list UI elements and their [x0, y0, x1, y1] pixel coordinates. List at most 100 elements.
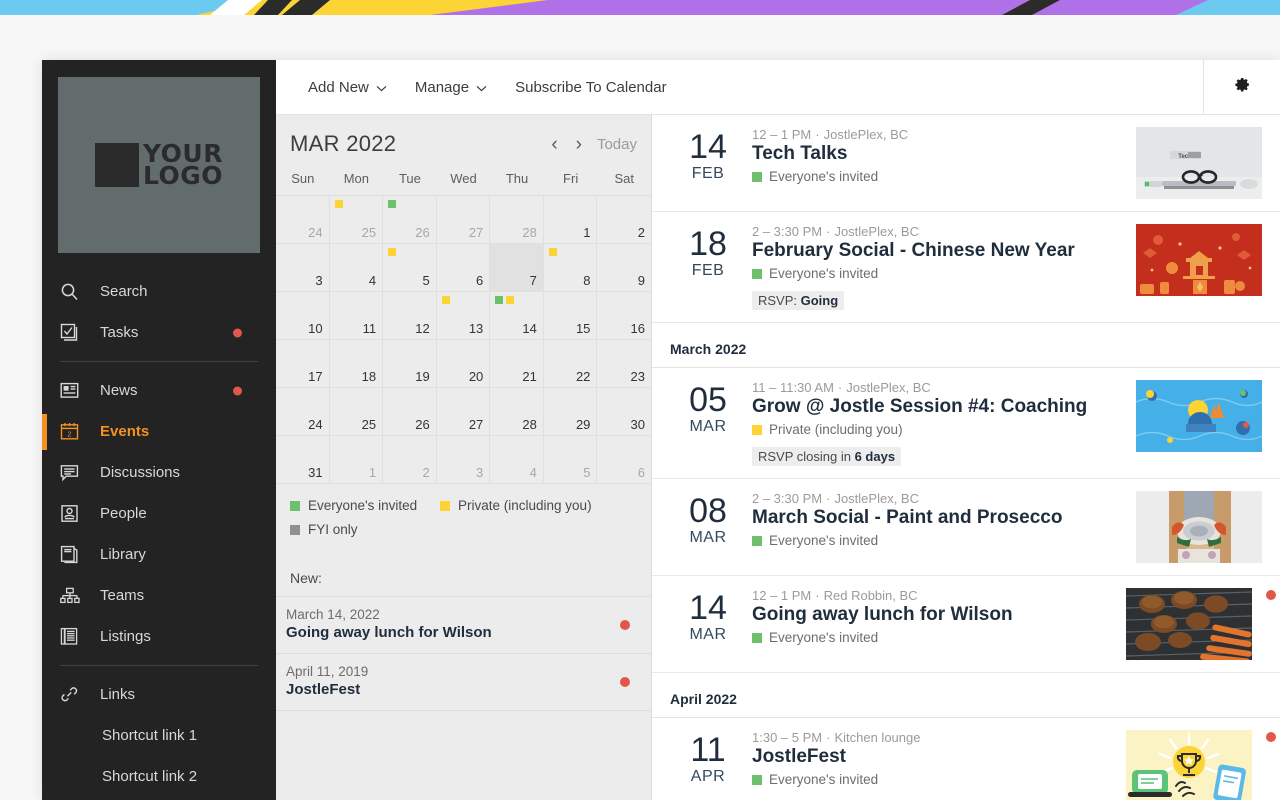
event-rsvp-badge[interactable]: RSVP: Going: [752, 291, 845, 310]
event-list-item[interactable]: 08 MAR 2 – 3:30 PM · JostlePlex, BC March Soc…: [652, 479, 1280, 576]
calendar-day-cell[interactable]: 27: [436, 388, 491, 436]
calendar-day-cell[interactable]: 21: [490, 340, 544, 388]
calendar-day-cell[interactable]: 4: [329, 244, 384, 292]
calendar-day-cell[interactable]: 9: [597, 244, 651, 292]
calendar-day-cell[interactable]: 4: [490, 436, 544, 484]
calendar-day-cell[interactable]: 3: [276, 244, 330, 292]
event-thumbnail[interactable]: [1136, 491, 1262, 563]
event-month: FEB: [691, 165, 725, 182]
calendar-day-cell[interactable]: 7: [490, 244, 544, 292]
calendar-day-cell[interactable]: 24: [276, 196, 330, 244]
sidebar-item-library[interactable]: Library: [42, 534, 276, 575]
calendar-day-cell[interactable]: 16: [597, 292, 651, 340]
calendar-day-cell[interactable]: 17: [276, 340, 330, 388]
event-rsvp-badge[interactable]: RSVP closing in 6 days: [752, 447, 902, 466]
calendar-day-cell[interactable]: 3: [436, 436, 491, 484]
calendar-day-cell[interactable]: 26: [383, 196, 437, 244]
calendar-day-cell[interactable]: 2: [597, 196, 651, 244]
sidebar-item-links[interactable]: Links: [42, 674, 276, 715]
calendar-day-cell[interactable]: 12: [383, 292, 437, 340]
prev-month-button[interactable]: ‹: [542, 135, 566, 154]
audience-swatch: [752, 424, 762, 435]
sidebar-item-listings[interactable]: Listings: [42, 616, 276, 657]
calendar-day-cell[interactable]: 31: [276, 436, 330, 484]
calendar-day-cell[interactable]: 5: [383, 244, 437, 292]
event-list-item[interactable]: 14 MAR 12 – 1 PM · Red Robbin, BC Going away …: [652, 576, 1280, 673]
calendar-day-cell[interactable]: 27: [436, 196, 491, 244]
sidebar-item-teams[interactable]: Teams: [42, 575, 276, 616]
event-details: 2 – 3:30 PM · JostlePlex, BC February Socia…: [746, 224, 1122, 310]
calendar-day-cell[interactable]: 8: [543, 244, 598, 292]
calendar-day-cell[interactable]: 10: [276, 292, 330, 340]
manage-menu[interactable]: Manage: [401, 60, 501, 114]
event-location: JostlePlex, BC: [823, 127, 909, 142]
calendar-day-cell[interactable]: 23: [597, 340, 651, 388]
subscribe-to-calendar-button[interactable]: Subscribe To Calendar: [501, 60, 680, 114]
calendar-day-cell[interactable]: 13: [436, 292, 491, 340]
library-icon: [60, 545, 86, 565]
next-month-button[interactable]: ›: [567, 135, 591, 154]
legend-row: FYI only: [290, 522, 637, 537]
event-month: MAR: [689, 626, 727, 643]
event-list-item[interactable]: 11 APR 1:30 – 5 PM · Kitchen lounge JostleFes…: [652, 718, 1280, 800]
new-events-heading: New:: [276, 556, 651, 597]
calendar-day-cell[interactable]: 28: [490, 388, 544, 436]
today-button[interactable]: Today: [591, 136, 637, 153]
sidebar-item-people[interactable]: People: [42, 493, 276, 534]
event-title: March Social - Paint and Prosecco: [752, 507, 1063, 528]
calendar-day-cell[interactable]: 5: [543, 436, 598, 484]
sidebar-item-search[interactable]: Search: [42, 271, 276, 312]
new-event-item[interactable]: April 11, 2019 JostleFest: [276, 654, 651, 711]
event-thumbnail[interactable]: [1126, 730, 1252, 800]
event-thumbnail[interactable]: [1136, 127, 1262, 199]
calendar-day-cell[interactable]: 26: [383, 388, 437, 436]
calendar-day-cell[interactable]: 1: [543, 196, 598, 244]
calendar-day-cell[interactable]: 2: [383, 436, 437, 484]
sidebar-item-tasks[interactable]: Tasks: [42, 312, 276, 353]
svg-text:2: 2: [67, 430, 71, 439]
calendar-day-cell[interactable]: 14: [490, 292, 544, 340]
event-meta: 11 – 11:30 AM · JostlePlex, BC: [752, 380, 1122, 395]
calendar-day-cell[interactable]: 18: [329, 340, 384, 388]
calendar-day-cell[interactable]: 6: [597, 436, 651, 484]
event-list-item[interactable]: 05 MAR 11 – 11:30 AM · JostlePlex, BC Grow @ …: [652, 368, 1280, 479]
sidebar-item-events[interactable]: 2 Events: [42, 411, 276, 452]
calendar-day-cell[interactable]: 20: [436, 340, 491, 388]
event-thumbnail[interactable]: [1136, 224, 1262, 296]
sidebar-shortcut-1[interactable]: Shortcut link 1: [42, 715, 276, 756]
event-date-block: 18 FEB: [670, 224, 746, 310]
settings-button[interactable]: [1203, 60, 1280, 114]
calendar-day-cell[interactable]: 15: [543, 292, 598, 340]
logo[interactable]: YOUR LOGO: [58, 77, 260, 253]
rsvp-badge-value: 6 days: [854, 449, 896, 464]
event-thumbnail[interactable]: [1136, 380, 1262, 452]
sidebar-item-discussions[interactable]: Discussions: [42, 452, 276, 493]
calendar-day-cell[interactable]: 25: [329, 196, 384, 244]
audience-swatch: [752, 535, 762, 546]
event-list-item[interactable]: 14 FEB 12 – 1 PM · JostlePlex, BC Tech Talks E…: [652, 115, 1280, 212]
add-new-menu[interactable]: Add New: [294, 60, 401, 114]
calendar-day-cell[interactable]: 1: [329, 436, 384, 484]
event-thumbnail[interactable]: [1126, 588, 1252, 660]
day-number: 16: [630, 321, 645, 336]
calendar-day-cell[interactable]: 19: [383, 340, 437, 388]
new-event-title: Going away lunch for Wilson: [286, 624, 492, 641]
sidebar-item-news[interactable]: News: [42, 370, 276, 411]
calendar-day-cell[interactable]: 22: [543, 340, 598, 388]
teams-icon: [60, 586, 86, 606]
day-number: 19: [415, 369, 430, 384]
calendar-day-cell[interactable]: 6: [436, 244, 491, 292]
calendar-day-cell[interactable]: 25: [329, 388, 384, 436]
calendar-day-cell[interactable]: 30: [597, 388, 651, 436]
day-number: 29: [575, 417, 591, 432]
legend-swatch-grey: [290, 524, 300, 535]
sidebar-shortcut-2[interactable]: Shortcut link 2: [42, 756, 276, 797]
event-list-item[interactable]: 18 FEB 2 – 3:30 PM · JostlePlex, BC February …: [652, 212, 1280, 323]
day-number: 28: [522, 417, 537, 432]
listings-icon: [60, 627, 86, 647]
calendar-day-cell[interactable]: 29: [543, 388, 598, 436]
calendar-day-cell[interactable]: 24: [276, 388, 330, 436]
new-event-item[interactable]: March 14, 2022 Going away lunch for Wilso…: [276, 597, 651, 654]
calendar-day-cell[interactable]: 11: [329, 292, 384, 340]
calendar-day-cell[interactable]: 28: [490, 196, 544, 244]
